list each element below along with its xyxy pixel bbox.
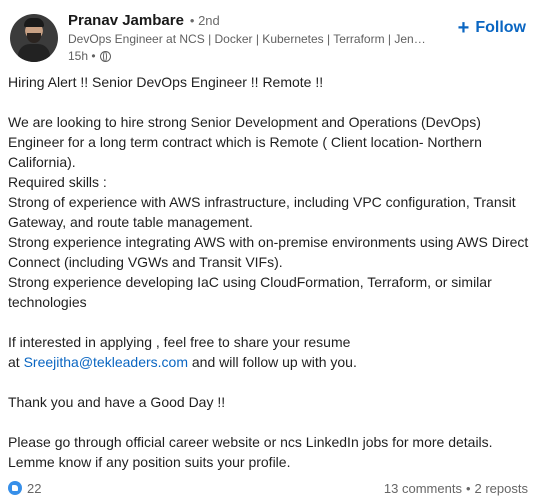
like-icon (8, 481, 22, 495)
follow-button[interactable]: + Follow (458, 18, 526, 38)
stats-separator: • (465, 480, 471, 496)
plus-icon: + (457, 17, 470, 39)
skill-1: Strong of experience with AWS infrastruc… (8, 194, 516, 230)
reactions-count[interactable]: 22 (8, 481, 41, 496)
engagement-stats: 13 comments • 2 reposts (384, 481, 528, 496)
author-headline: DevOps Engineer at NCS | Docker | Kubern… (68, 32, 428, 46)
globe-icon (99, 50, 111, 62)
social-counts: 22 13 comments • 2 reposts (8, 479, 528, 497)
avatar-hair (24, 18, 44, 27)
post-body: Hiring Alert !! Senior DevOps Engineer !… (8, 72, 530, 472)
avatar-shirt (18, 44, 50, 62)
author-name[interactable]: Pranav Jambare (68, 12, 184, 29)
feed-post: Pranav Jambare • 2nd DevOps Engineer at … (0, 0, 538, 504)
reposts-count[interactable]: 2 reposts (475, 481, 528, 496)
author-meta: Pranav Jambare • 2nd DevOps Engineer at … (68, 12, 428, 63)
connection-degree: • 2nd (189, 13, 220, 28)
comments-count[interactable]: 13 comments (384, 481, 462, 496)
skill-3: Strong experience developing IaC using C… (8, 274, 492, 310)
closing-line: Please go through official career websit… (8, 434, 493, 470)
post-time-row: 15h • (68, 49, 428, 63)
author-name-row: Pranav Jambare • 2nd (68, 12, 428, 29)
post-header: Pranav Jambare • 2nd DevOps Engineer at … (10, 10, 530, 66)
email-link[interactable]: Sreejitha@tekleaders.com (24, 354, 188, 370)
post-headline-line: Hiring Alert !! Senior DevOps Engineer !… (8, 74, 324, 90)
required-skills-title: Required skills : (8, 174, 107, 190)
reactions-number: 22 (27, 480, 42, 496)
apply-email-line: at Sreejitha@tekleaders.com and will fol… (8, 352, 530, 372)
avatar-beard (27, 33, 41, 43)
avatar[interactable] (10, 14, 58, 62)
skill-2: Strong experience integrating AWS with o… (8, 234, 529, 270)
follow-label: Follow (475, 19, 526, 36)
apply-at: at (8, 354, 24, 370)
post-intro: We are looking to hire strong Senior Dev… (8, 114, 482, 170)
thanks-line: Thank you and have a Good Day !! (8, 394, 226, 410)
apply-line: If interested in applying , feel free to… (8, 334, 351, 350)
post-time: 15h • (68, 49, 96, 63)
apply-tail: and will follow up with you. (187, 354, 357, 370)
